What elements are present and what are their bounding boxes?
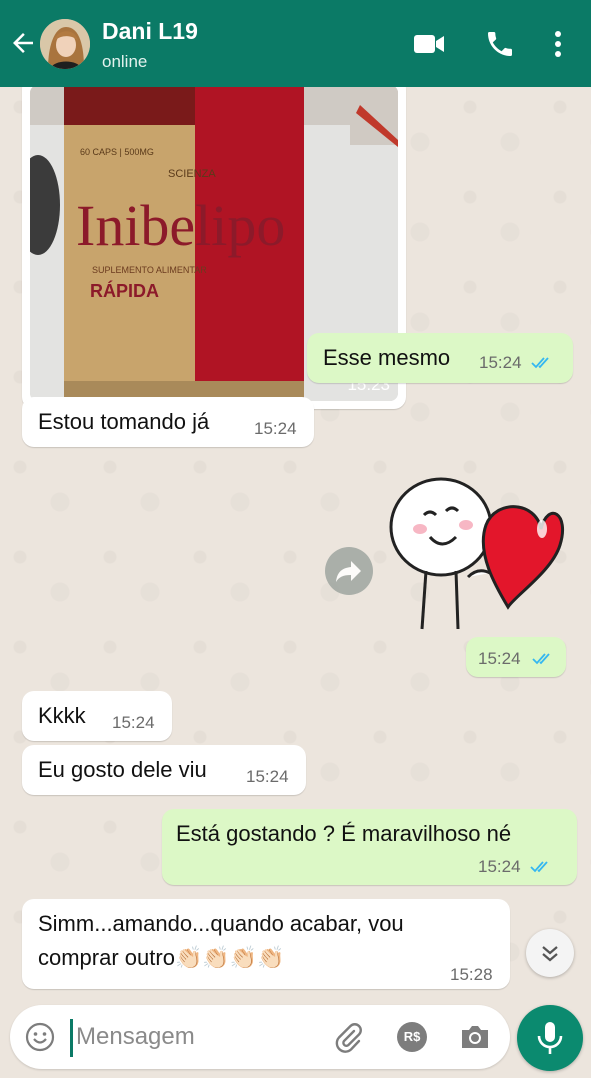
message-time: 15:24 bbox=[478, 649, 521, 668]
message-time: 15:28 bbox=[450, 965, 493, 984]
mic-icon bbox=[537, 1022, 563, 1054]
message-input[interactable] bbox=[76, 1017, 316, 1057]
message-time: 15:24 bbox=[112, 713, 155, 732]
camera-icon[interactable] bbox=[458, 1021, 492, 1053]
emoji-icon[interactable] bbox=[24, 1021, 56, 1053]
message-text: Está gostando ? É maravilhoso né bbox=[176, 821, 512, 846]
message-text: Eu gosto dele viu bbox=[38, 757, 207, 782]
clapping-hands-emoji: 👏🏻👏🏻👏🏻👏🏻 bbox=[174, 945, 285, 970]
contact-name[interactable]: Dani L19 bbox=[102, 18, 198, 45]
message-bubble-incoming[interactable]: Eu gosto dele viu 15:24 bbox=[22, 745, 306, 795]
chevron-down-icon bbox=[542, 946, 558, 962]
message-bubble-outgoing[interactable]: 15:24 bbox=[466, 637, 566, 677]
message-text: Kkkk bbox=[38, 703, 86, 728]
message-text: Estou tomando já bbox=[38, 409, 210, 434]
chat-header: Dani L19 online bbox=[0, 0, 591, 87]
payment-label: R$ bbox=[403, 1029, 421, 1044]
sticker-message[interactable] bbox=[386, 467, 566, 637]
message-time: 15:24 bbox=[254, 419, 297, 438]
svg-text:SUPLEMENTO ALIMENTAR: SUPLEMENTO ALIMENTAR bbox=[92, 265, 207, 275]
text-cursor bbox=[70, 1019, 73, 1057]
scroll-to-bottom-button[interactable] bbox=[526, 929, 574, 977]
message-text: Esse mesmo bbox=[323, 345, 451, 370]
photo-maker-label: SCIENZA bbox=[168, 168, 216, 180]
photo-caption-label: RÁPIDA bbox=[90, 280, 159, 301]
message-bubble-incoming[interactable]: Estou tomando já 15:24 bbox=[22, 397, 314, 447]
message-time: 15:24 bbox=[246, 767, 289, 786]
message-composer: R$ bbox=[10, 1005, 510, 1069]
message-time: 15:24 bbox=[478, 857, 521, 876]
read-ticks-icon bbox=[530, 861, 548, 873]
message-bubble-incoming[interactable]: Kkkk 15:24 bbox=[22, 691, 172, 741]
forward-icon bbox=[336, 561, 361, 582]
message-bubble-incoming[interactable]: Simm...amando...quando acabar, vou compr… bbox=[22, 899, 510, 989]
forward-button[interactable] bbox=[325, 547, 373, 595]
message-text-line2: comprar outro👏🏻👏🏻👏🏻👏🏻 bbox=[38, 945, 285, 971]
message-bubble-outgoing[interactable]: Esse mesmo 15:24 bbox=[307, 333, 573, 383]
contact-status: online bbox=[102, 52, 148, 71]
message-time: 15:24 bbox=[479, 353, 522, 372]
photo-brand-label: Inibelipo bbox=[76, 193, 285, 258]
attach-icon[interactable] bbox=[332, 1021, 364, 1053]
read-ticks-icon bbox=[531, 357, 549, 369]
message-bubble-outgoing[interactable]: Está gostando ? É maravilhoso né 15:24 bbox=[162, 809, 577, 885]
phone-icon[interactable] bbox=[484, 28, 516, 60]
mic-button[interactable] bbox=[517, 1005, 583, 1071]
message-text-line1: Simm...amando...quando acabar, vou bbox=[38, 911, 404, 936]
back-arrow-icon[interactable] bbox=[8, 28, 38, 58]
avatar[interactable] bbox=[40, 19, 90, 69]
payment-icon[interactable]: R$ bbox=[395, 1020, 429, 1054]
svg-text:60 CAPS | 500MG: 60 CAPS | 500MG bbox=[80, 147, 154, 157]
read-ticks-icon bbox=[532, 653, 550, 665]
video-call-icon[interactable] bbox=[412, 30, 446, 58]
chat-area[interactable]: 60 CAPS | 500MG SCIENZA Inibelipo SUPLEM… bbox=[0, 87, 591, 997]
message-text-line2-text: comprar outro bbox=[38, 945, 175, 970]
more-vert-icon[interactable] bbox=[548, 28, 568, 60]
